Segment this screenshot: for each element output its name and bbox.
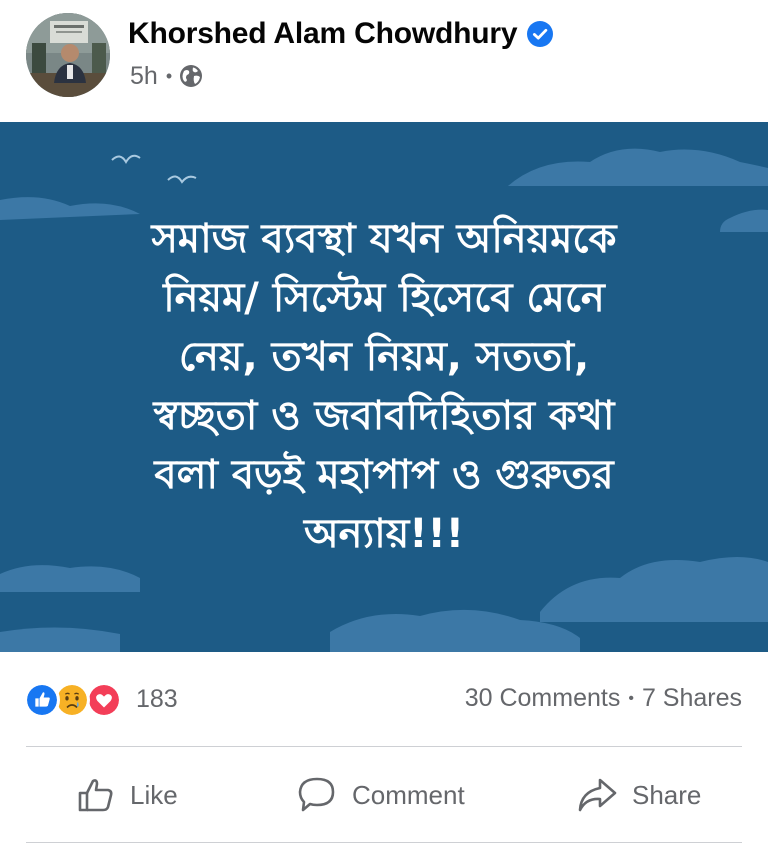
post-meta: 5h • [130, 59, 203, 93]
avatar[interactable] [26, 13, 110, 97]
image-text-line: স্বচ্ছতা ও জবাবদিহিতার কথা [153, 393, 615, 439]
post-actions: Like Comment Share [0, 748, 768, 842]
share-button[interactable]: Share [576, 770, 701, 820]
comment-bubble-icon [298, 777, 335, 812]
image-text-line: অন্যায়!!! [303, 511, 464, 557]
image-text-line: নেয়, তখন নিয়ম, সততা, [178, 334, 590, 380]
thumbs-up-icon [78, 779, 113, 812]
reaction-icons [24, 679, 132, 719]
comment-button[interactable]: Comment [296, 770, 465, 820]
like-reaction-icon [24, 682, 60, 718]
comments-count[interactable]: 30 Comments [465, 684, 621, 713]
post-timestamp[interactable]: 5h [130, 62, 158, 91]
divider [26, 746, 742, 747]
author-row: Khorshed Alam Chowdhury [128, 14, 554, 54]
post-image[interactable]: সমাজ ব্যবস্থা যখন অনিয়মকে নিয়ম/ সিস্টে… [0, 122, 768, 652]
post-header: Khorshed Alam Chowdhury 5h • [0, 0, 768, 122]
share-arrow-icon [578, 778, 617, 812]
post-card: Khorshed Alam Chowdhury 5h • সমাজ ব্যবস্… [0, 0, 768, 845]
engagement-stats: 30 Comments • 7 Shares [465, 684, 742, 713]
love-reaction-icon [86, 682, 122, 718]
like-label: Like [130, 779, 178, 810]
image-text-line: সমাজ ব্যবস্থা যখন অনিয়মকে [151, 216, 617, 262]
shares-count[interactable]: 7 Shares [642, 684, 742, 713]
divider [26, 842, 742, 843]
meta-separator: • [165, 65, 173, 86]
stats-separator: • [628, 689, 634, 707]
reactions-summary[interactable]: 183 [24, 676, 178, 722]
reaction-count: 183 [136, 684, 178, 713]
image-text-line: বলা বড়ই মহাপাপ ও গুরুতর [154, 452, 614, 498]
verified-badge-icon [527, 21, 554, 47]
image-text-line: নিয়ম/ সিস্টেম হিসেবে মেনে [163, 275, 605, 321]
post-image-text: সমাজ ব্যবস্থা যখন অনিয়মকে নিয়ম/ সিস্টে… [40, 210, 728, 564]
like-button[interactable]: Like [76, 770, 178, 820]
share-label: Share [632, 779, 702, 810]
comment-label: Comment [352, 779, 465, 810]
globe-icon[interactable] [179, 64, 203, 88]
author-name[interactable]: Khorshed Alam Chowdhury [128, 17, 518, 51]
